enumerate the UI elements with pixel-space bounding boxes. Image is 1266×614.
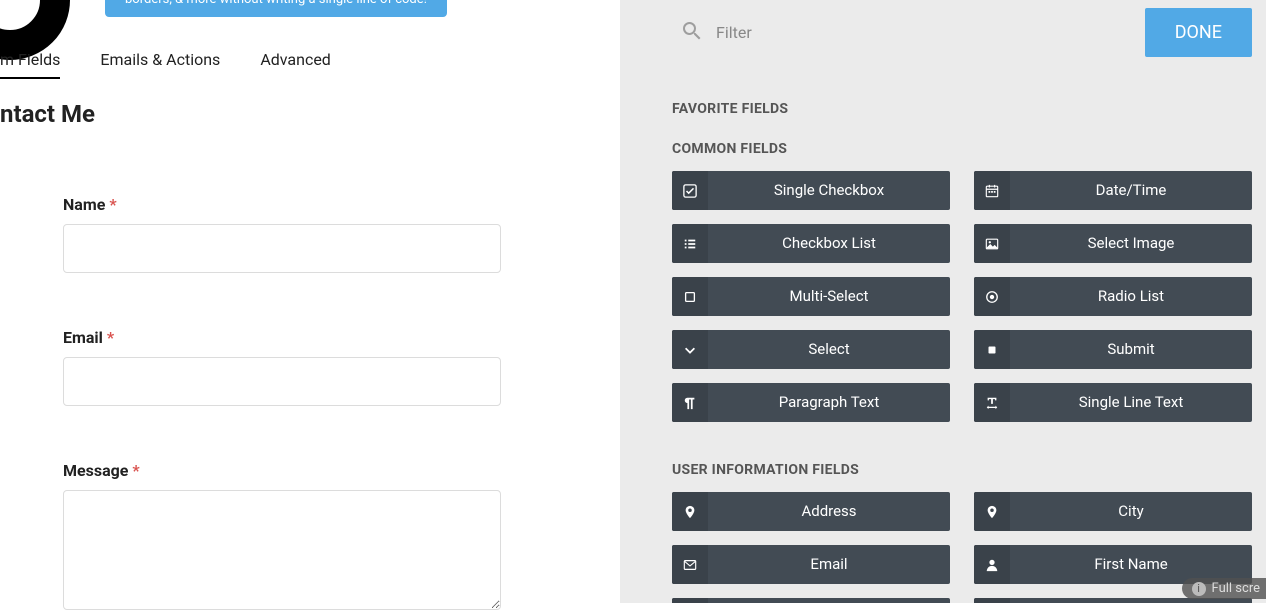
info-icon: i — [1192, 582, 1206, 596]
field-type-label: Submit — [1010, 330, 1252, 369]
message-textarea[interactable] — [63, 490, 501, 610]
field-type-label: Address — [708, 492, 950, 531]
field-type-label: Date/Time — [1010, 171, 1252, 210]
square-icon — [672, 277, 708, 316]
done-button[interactable]: DONE — [1145, 8, 1252, 57]
message-label: Message * — [63, 461, 501, 480]
field-type-select[interactable]: Select — [672, 330, 950, 369]
field-type-address[interactable]: Address — [672, 492, 950, 531]
field-type-label: Email — [708, 545, 950, 584]
field-type-label: Single Line Text — [1010, 383, 1252, 422]
user-icon — [974, 545, 1010, 584]
field-type-label: Last Name — [708, 598, 950, 603]
field-type-multi-select[interactable]: Multi-Select — [672, 277, 950, 316]
text-width-icon — [974, 383, 1010, 422]
field-type-single-line-text[interactable]: Single Line Text — [974, 383, 1252, 422]
field-type-label: Select Image — [1010, 224, 1252, 263]
favorite-fields-heading: FAVORITE FIELDS — [672, 101, 1266, 117]
calendar-icon — [974, 171, 1010, 210]
field-type-label: Paragraph Text — [708, 383, 950, 422]
pin-icon — [672, 492, 708, 531]
list-icon — [672, 224, 708, 263]
email-label: Email * — [63, 328, 501, 347]
field-type-city[interactable]: City — [974, 492, 1252, 531]
user-icon — [672, 598, 708, 603]
field-type-label: Select — [708, 330, 950, 369]
paragraph-icon — [672, 383, 708, 422]
field-type-checkbox-list[interactable]: Checkbox List — [672, 224, 950, 263]
field-type-date-time[interactable]: Date/Time — [974, 171, 1252, 210]
envelope-icon — [672, 545, 708, 584]
field-type-last-name[interactable]: Last Name — [672, 598, 950, 603]
field-type-submit[interactable]: Submit — [974, 330, 1252, 369]
name-input[interactable] — [63, 224, 501, 273]
pin-icon — [974, 492, 1010, 531]
promo-banner: borders, & more without writing a single… — [105, 0, 447, 17]
field-type-label: Checkbox List — [708, 224, 950, 263]
field-type-paragraph-text[interactable]: Paragraph Text — [672, 383, 950, 422]
flag-icon — [974, 598, 1010, 603]
field-type-label: City — [1010, 492, 1252, 531]
search-icon — [680, 19, 704, 47]
common-fields-heading: COMMON FIELDS — [672, 141, 1266, 157]
square-sm-icon — [974, 330, 1010, 369]
field-type-label: Multi-Select — [708, 277, 950, 316]
field-type-label: Radio List — [1010, 277, 1252, 316]
tab-emails-actions[interactable]: Emails & Actions — [100, 50, 220, 79]
field-type-single-checkbox[interactable]: Single Checkbox — [672, 171, 950, 210]
fullscreen-hint[interactable]: i Full scre — [1182, 578, 1266, 599]
tab-advanced[interactable]: Advanced — [260, 50, 331, 79]
field-type-radio-list[interactable]: Radio List — [974, 277, 1252, 316]
field-type-select-image[interactable]: Select Image — [974, 224, 1252, 263]
field-type-label: Single Checkbox — [708, 171, 950, 210]
check-square-icon — [672, 171, 708, 210]
user-info-fields-heading: USER INFORMATION FIELDS — [672, 462, 1266, 478]
email-input[interactable] — [63, 357, 501, 406]
filter-input[interactable] — [716, 23, 916, 42]
chevron-down-icon — [672, 330, 708, 369]
form-title[interactable]: ntact Me — [0, 100, 95, 128]
tabs: m Fields Emails & Actions Advanced — [0, 50, 331, 79]
dot-icon — [974, 277, 1010, 316]
name-label: Name * — [63, 195, 501, 214]
field-type-email[interactable]: Email — [672, 545, 950, 584]
image-icon — [974, 224, 1010, 263]
tab-form-fields[interactable]: m Fields — [0, 50, 60, 79]
